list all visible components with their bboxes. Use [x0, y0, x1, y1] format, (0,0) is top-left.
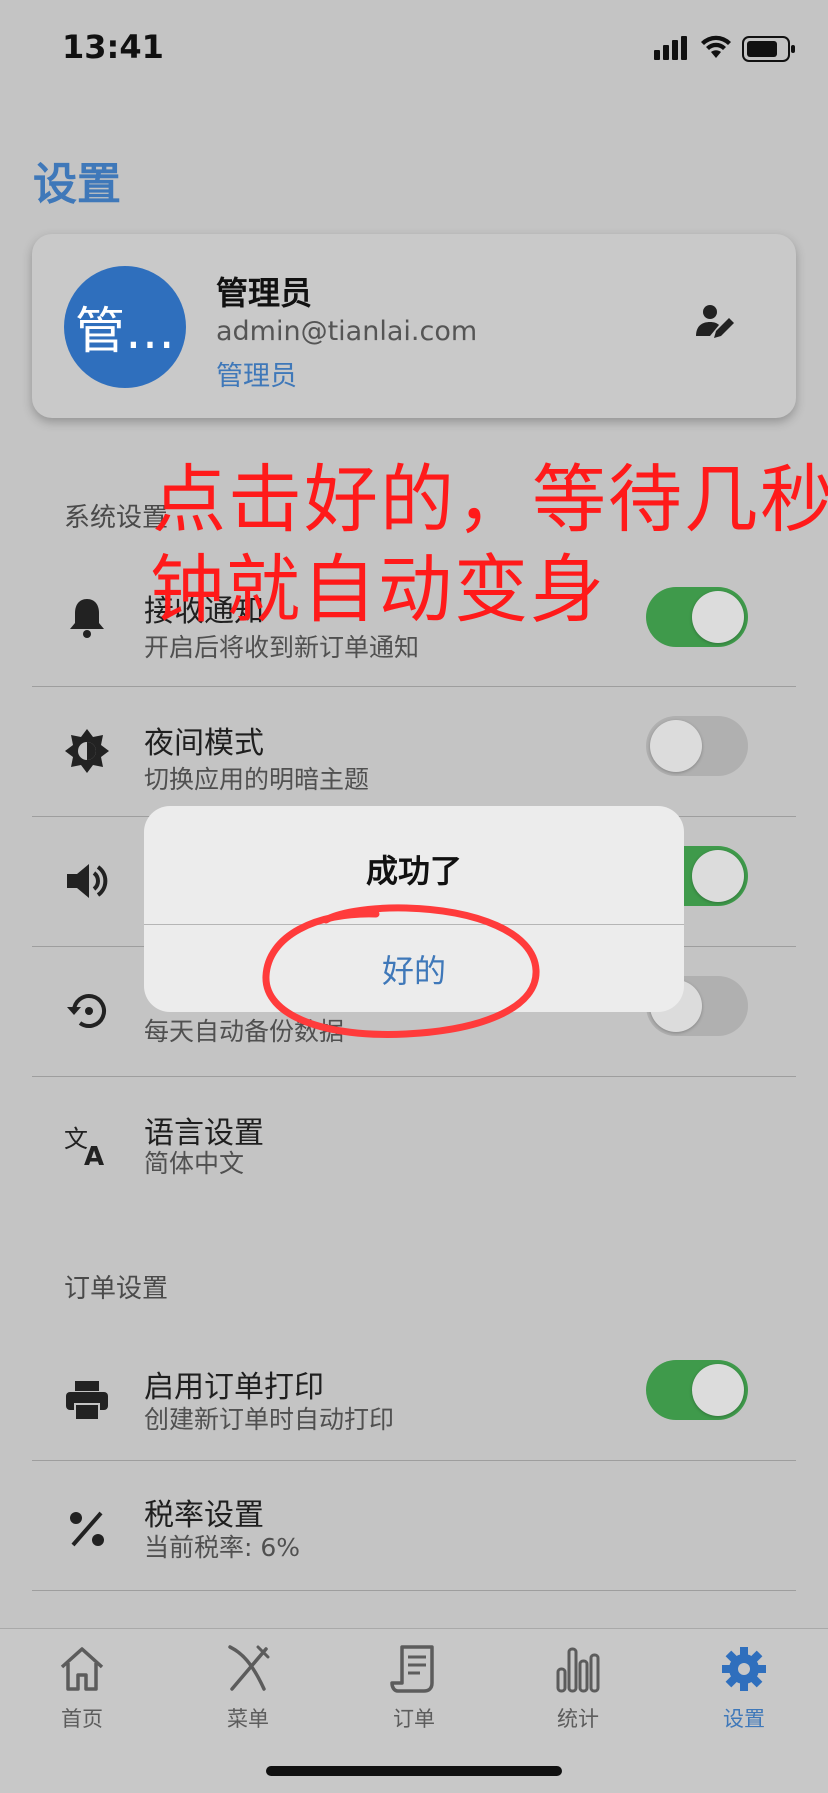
- toggle-knob: [692, 591, 744, 643]
- brightness-icon: [62, 726, 112, 776]
- toggle-knob: [692, 1364, 744, 1416]
- home-icon: [58, 1643, 106, 1695]
- percent-icon: [62, 1504, 112, 1554]
- setting-subtitle: 切换应用的明暗主题: [144, 765, 370, 794]
- settings-row-print[interactable]: 启用订单打印 创建新订单时自动打印: [32, 1330, 796, 1460]
- tab-orders[interactable]: 订单: [354, 1643, 474, 1743]
- battery-icon: [742, 36, 796, 66]
- annotation-line-2: 钟就自动变身: [150, 547, 606, 633]
- print-toggle[interactable]: [646, 1360, 748, 1420]
- translate-icon: 文 A: [62, 1120, 112, 1170]
- profile-name: 管理员: [216, 274, 313, 312]
- backup-restore-icon: [62, 986, 112, 1036]
- toggle-knob: [650, 720, 702, 772]
- annotation-circle: [262, 904, 540, 1038]
- status-time: 13:41: [62, 28, 164, 66]
- setting-title: 夜间模式: [144, 726, 264, 761]
- divider: [32, 1590, 796, 1591]
- setting-subtitle: 创建新订单时自动打印: [144, 1405, 395, 1434]
- setting-subtitle: 简体中文: [144, 1149, 245, 1178]
- svg-text:A: A: [84, 1142, 104, 1167]
- printer-icon: [62, 1376, 112, 1426]
- tab-label: 首页: [61, 1707, 103, 1731]
- tab-label: 设置: [723, 1707, 765, 1731]
- profile-role: 管理员: [216, 361, 297, 392]
- settings-row-night-mode[interactable]: 夜间模式 切换应用的明暗主题: [32, 686, 796, 816]
- bell-icon: [62, 592, 112, 642]
- user-edit-icon[interactable]: [692, 298, 740, 346]
- tab-settings[interactable]: 设置: [684, 1643, 804, 1743]
- cellular-signal-icon: [654, 36, 690, 64]
- gear-icon: [720, 1643, 768, 1695]
- tab-label: 菜单: [227, 1707, 269, 1731]
- volume-icon: [62, 856, 112, 906]
- page-title: 设置: [33, 159, 121, 210]
- profile-email: admin@tianlai.com: [216, 316, 478, 347]
- tab-label: 订单: [393, 1707, 435, 1731]
- profile-card[interactable]: 管… 管理员 admin@tianlai.com 管理员: [32, 234, 796, 418]
- order-settings-label: 订单设置: [64, 1274, 169, 1304]
- settings-row-tax[interactable]: 税率设置 当前税率: 6%: [32, 1460, 796, 1590]
- tab-stats[interactable]: 统计: [518, 1643, 638, 1743]
- home-indicator: [266, 1766, 562, 1776]
- utensils-icon: [224, 1643, 272, 1695]
- dialog-title: 成功了: [365, 852, 462, 890]
- settings-row-language[interactable]: 文 A 语言设置 简体中文: [32, 1076, 796, 1206]
- receipt-icon: [390, 1643, 438, 1695]
- night-mode-toggle[interactable]: [646, 716, 748, 776]
- toggle-knob: [692, 850, 744, 902]
- wifi-icon: [700, 34, 732, 64]
- tab-menu[interactable]: 菜单: [188, 1643, 308, 1743]
- tab-home[interactable]: 首页: [22, 1643, 142, 1743]
- setting-subtitle: 当前税率: 6%: [144, 1533, 301, 1562]
- tab-label: 统计: [557, 1707, 599, 1731]
- bar-chart-icon: [554, 1643, 602, 1695]
- avatar: 管…: [64, 266, 186, 388]
- notifications-toggle[interactable]: [646, 587, 748, 647]
